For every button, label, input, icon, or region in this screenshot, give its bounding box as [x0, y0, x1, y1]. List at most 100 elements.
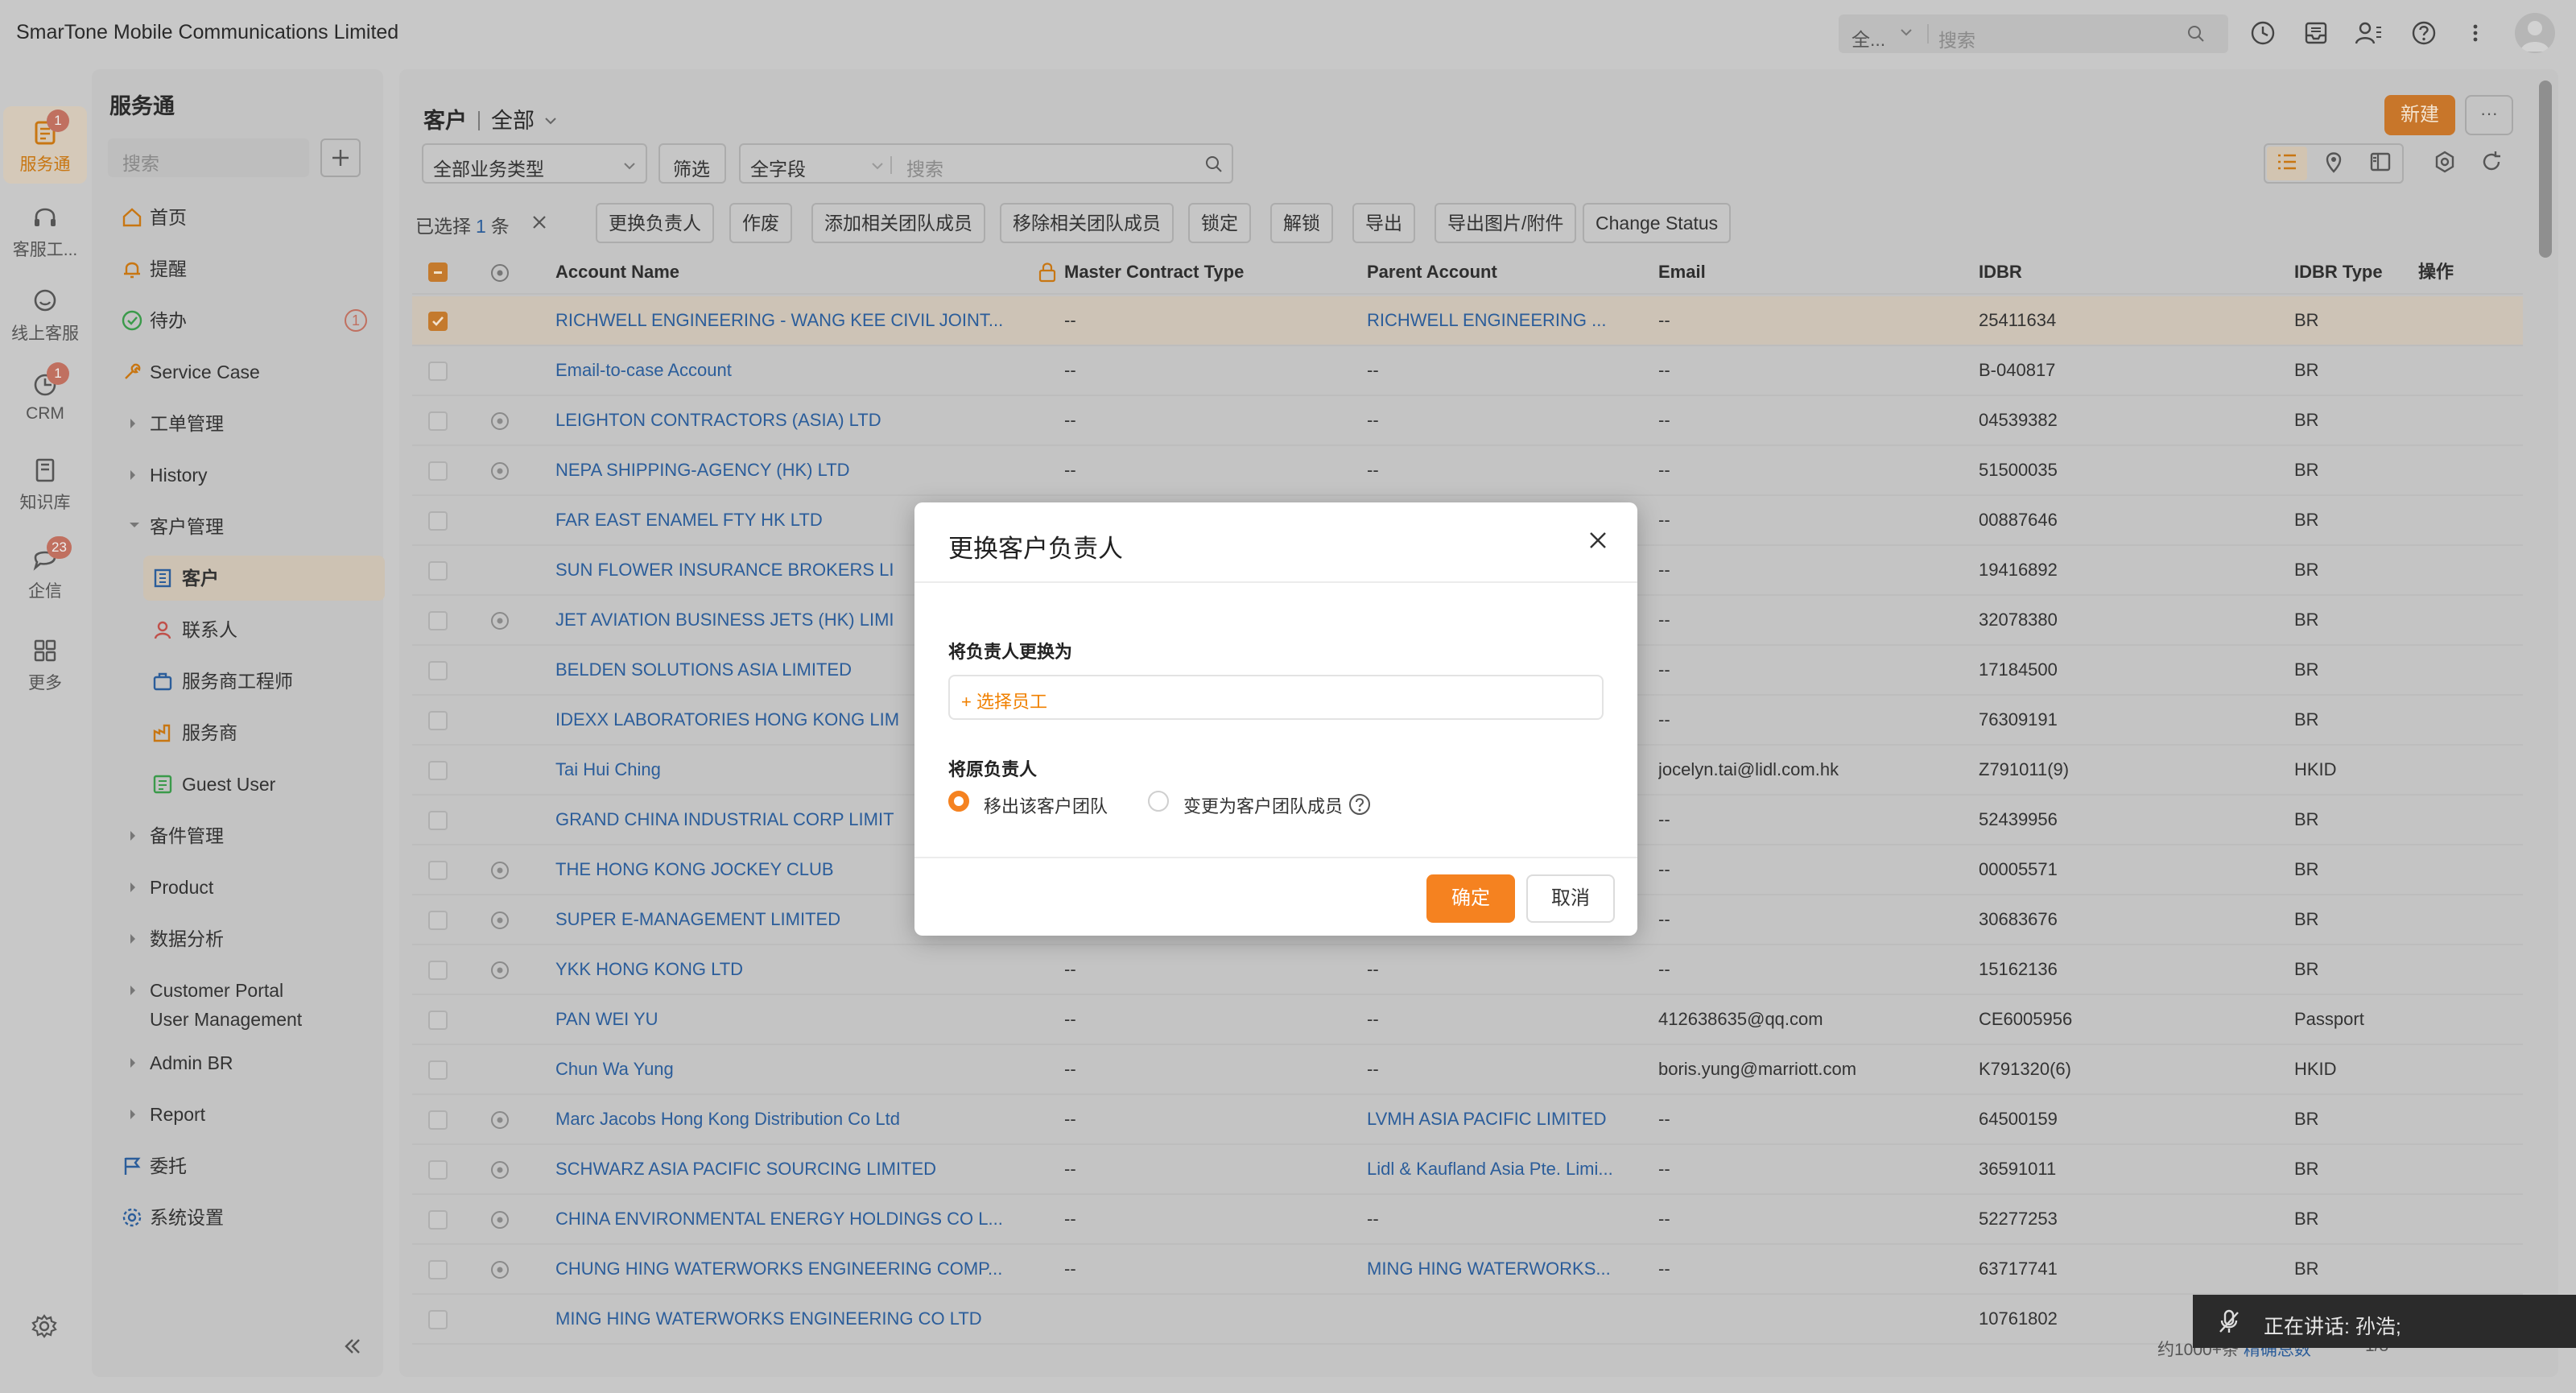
row-checkbox[interactable]: [428, 1210, 448, 1230]
remove-from-team-radio[interactable]: [948, 791, 969, 812]
nav-item-providers[interactable]: 服务商: [92, 710, 383, 755]
cell-name[interactable]: Email-to-case Account: [555, 346, 1038, 395]
rail-item-messages[interactable]: 23 企信: [3, 536, 87, 602]
cell-parent[interactable]: LVMH ASIA PACIFIC LIMITED: [1367, 1095, 1641, 1143]
search-scope-select[interactable]: 全...: [1852, 24, 1885, 52]
export-button[interactable]: 导出: [1352, 203, 1415, 243]
view-select[interactable]: 全部: [491, 109, 535, 133]
row-checkbox[interactable]: [428, 961, 448, 980]
column-header[interactable]: Email: [1658, 250, 1706, 295]
void-button[interactable]: 作废: [729, 203, 792, 243]
global-search[interactable]: 全... 搜索: [1839, 14, 2228, 53]
more-button[interactable]: ···: [2465, 95, 2513, 135]
nav-item-home[interactable]: 首页: [92, 195, 383, 240]
remove-from-team-label[interactable]: 移出该客户团队: [984, 792, 1108, 818]
search-icon[interactable]: [2186, 24, 2206, 43]
list-view-icon[interactable]: [2275, 150, 2299, 174]
table-row[interactable]: CHUNG HING WATERWORKS ENGINEERING COMP..…: [412, 1245, 2523, 1295]
nav-item-guest-user[interactable]: Guest User: [92, 762, 383, 807]
cell-parent[interactable]: MING HING WATERWORKS...: [1367, 1245, 1641, 1293]
unlock-button[interactable]: 解锁: [1270, 203, 1333, 243]
cell-name[interactable]: LEIGHTON CONTRACTORS (ASIA) LTD: [555, 396, 1038, 444]
lock-button[interactable]: 锁定: [1188, 203, 1251, 243]
row-checkbox[interactable]: [428, 911, 448, 930]
row-checkbox[interactable]: [428, 511, 448, 531]
column-header[interactable]: Account Name: [555, 250, 679, 295]
table-row[interactable]: CHINA ENVIRONMENTAL ENERGY HOLDINGS CO L…: [412, 1195, 2523, 1245]
nav-item-delegation[interactable]: 委托: [92, 1143, 383, 1188]
cell-name[interactable]: MING HING WATERWORKS ENGINEERING CO LTD: [555, 1295, 1038, 1343]
table-row[interactable]: PAN WEI YU -- -- 412638635@qq.com CE6005956 P…: [412, 995, 2523, 1045]
confirm-button[interactable]: 确定: [1426, 874, 1515, 923]
nav-item-customer-portal[interactable]: Customer Portal User Management: [92, 968, 383, 1032]
change-to-member-radio[interactable]: [1148, 791, 1169, 812]
field-select[interactable]: 全字段: [750, 154, 806, 181]
export-images-button[interactable]: 导出图片/附件: [1435, 203, 1577, 243]
nav-item-parts[interactable]: 备件管理: [92, 813, 383, 858]
row-checkbox[interactable]: [428, 711, 448, 730]
split-view-icon[interactable]: [2368, 150, 2392, 174]
cell-name[interactable]: RICHWELL ENGINEERING - WANG KEE CIVIL JO…: [555, 296, 1038, 345]
nav-item-product[interactable]: Product: [92, 865, 383, 910]
settings-gear-icon[interactable]: [31, 1312, 58, 1340]
select-employee-link[interactable]: + 选择员工: [961, 688, 1047, 713]
add-nav-button[interactable]: [320, 138, 361, 177]
column-header[interactable]: Master Contract Type: [1064, 250, 1244, 295]
row-checkbox[interactable]: [428, 461, 448, 481]
row-checkbox[interactable]: [428, 312, 448, 331]
business-type-select[interactable]: 全部业务类型: [422, 143, 647, 184]
column-header[interactable]: IDBR: [1979, 250, 2022, 295]
rail-item-more[interactable]: 更多: [3, 636, 87, 694]
cell-name[interactable]: CHINA ENVIRONMENTAL ENERGY HOLDINGS CO L…: [555, 1195, 1038, 1243]
nav-item-todo[interactable]: 待办 1: [92, 298, 383, 343]
refresh-icon[interactable]: [2479, 150, 2504, 174]
row-checkbox[interactable]: [428, 661, 448, 680]
cancel-button[interactable]: 取消: [1526, 874, 1615, 923]
row-checkbox[interactable]: [428, 1310, 448, 1329]
row-checkbox[interactable]: [428, 611, 448, 630]
rail-item-service[interactable]: 1 服务通: [3, 106, 87, 184]
row-checkbox[interactable]: [428, 1060, 448, 1080]
settings-icon[interactable]: [2433, 150, 2457, 174]
nav-search-input[interactable]: 搜索: [108, 138, 309, 177]
cell-name[interactable]: PAN WEI YU: [555, 995, 1038, 1044]
nav-item-work-orders[interactable]: 工单管理: [92, 401, 383, 446]
filter-button[interactable]: 筛选: [658, 143, 726, 184]
remove-team-member-button[interactable]: 移除相关团队成员: [1000, 203, 1174, 243]
row-checkbox[interactable]: [428, 1260, 448, 1279]
row-checkbox[interactable]: [428, 811, 448, 830]
nav-item-report[interactable]: Report: [92, 1092, 383, 1137]
table-row[interactable]: YKK HONG KONG LTD -- -- -- 15162136 BR: [412, 945, 2523, 995]
nav-item-customer-mgmt[interactable]: 客户管理: [92, 504, 383, 549]
chevron-down-icon[interactable]: [544, 116, 557, 126]
table-row[interactable]: LEIGHTON CONTRACTORS (ASIA) LTD -- -- -- 045…: [412, 396, 2523, 446]
rail-item-crm[interactable]: 1 CRM: [3, 362, 87, 424]
table-row[interactable]: Email-to-case Account -- -- -- B-040817 BR: [412, 346, 2523, 396]
table-row[interactable]: Marc Jacobs Hong Kong Distribution Co Lt…: [412, 1095, 2523, 1145]
cell-name[interactable]: SCHWARZ ASIA PACIFIC SOURCING LIMITED: [555, 1145, 1038, 1193]
nav-item-admin-br[interactable]: Admin BR: [92, 1040, 383, 1085]
cell-name[interactable]: YKK HONG KONG LTD: [555, 945, 1038, 994]
nav-item-customers[interactable]: 客户: [143, 556, 385, 601]
field-search[interactable]: 全字段 搜索: [739, 143, 1233, 184]
user-settings-icon[interactable]: [2354, 19, 2383, 47]
rail-item-online-service[interactable]: 线上客服: [3, 287, 87, 345]
row-checkbox[interactable]: [428, 1110, 448, 1130]
select-employee-field[interactable]: + 选择员工: [948, 675, 1604, 720]
nav-item-history[interactable]: History: [92, 453, 383, 498]
row-checkbox[interactable]: [428, 861, 448, 880]
row-checkbox[interactable]: [428, 1011, 448, 1030]
nav-item-reminders[interactable]: 提醒: [92, 246, 383, 291]
map-pin-icon[interactable]: [2322, 150, 2346, 174]
close-icon[interactable]: [1587, 530, 1608, 551]
column-header[interactable]: IDBR Type: [2294, 250, 2383, 295]
table-row[interactable]: SCHWARZ ASIA PACIFIC SOURCING LIMITED -- L…: [412, 1145, 2523, 1195]
cell-name[interactable]: CHUNG HING WATERWORKS ENGINEERING COMP..…: [555, 1245, 1038, 1293]
table-row[interactable]: RICHWELL ENGINEERING - WANG KEE CIVIL JO…: [412, 296, 2523, 346]
avatar[interactable]: [2515, 13, 2555, 53]
search-icon[interactable]: [1204, 155, 1224, 174]
change-to-member-label[interactable]: 变更为客户团队成员: [1183, 792, 1343, 818]
global-search-input[interactable]: 搜索: [1938, 25, 1975, 52]
rail-item-callcenter[interactable]: 客服工...: [3, 203, 87, 261]
cell-parent[interactable]: RICHWELL ENGINEERING ...: [1367, 296, 1641, 345]
